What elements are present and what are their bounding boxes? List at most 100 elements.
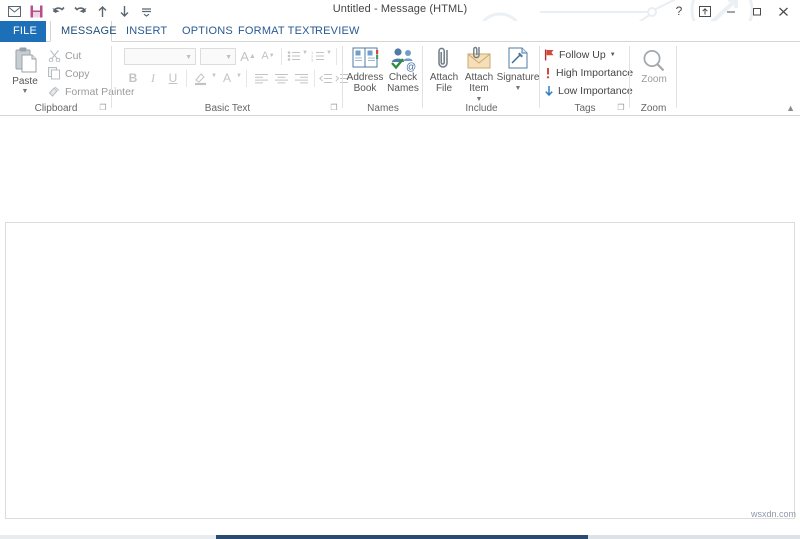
copy-button[interactable]: Copy [48, 67, 90, 80]
high-importance-label: High Importance [556, 67, 634, 79]
divider [246, 70, 247, 87]
attach-file-label: Attach File [429, 72, 459, 94]
follow-up-button[interactable]: Follow Up ▼ [544, 49, 616, 61]
maximize-button[interactable] [744, 2, 770, 20]
underline-button[interactable]: U [166, 70, 180, 86]
divider [186, 70, 187, 87]
cut-button[interactable]: Cut [48, 49, 81, 62]
follow-up-dropdown-arrow[interactable]: ▼ [610, 52, 616, 58]
collapse-ribbon-button[interactable]: ▲ [786, 103, 795, 113]
text-highlight-color-button[interactable] [192, 70, 210, 86]
flag-icon [544, 49, 555, 61]
compose-header: Send From▼ 039525@gmail.com To... Cc... … [0, 116, 800, 335]
paintbrush-icon [48, 85, 61, 98]
paste-dropdown-arrow[interactable]: ▼ [22, 86, 29, 97]
low-importance-label: Low Importance [558, 85, 633, 97]
divider [314, 70, 315, 87]
ribbon-group-clipboard: Paste ▼ Cut Copy Format Painter Clipboar… [0, 42, 134, 115]
down-icon[interactable] [114, 2, 135, 20]
basic-text-group-label: Basic Text [204, 103, 251, 114]
low-importance-button[interactable]: Low Importance [544, 85, 633, 97]
taskbar-strip-right [588, 535, 800, 539]
check-names-button[interactable]: @ Check Names [384, 46, 422, 94]
basic-text-dialog-launcher[interactable]: ❐ [329, 103, 339, 113]
attach-item-label: Attach Item [464, 72, 494, 94]
svg-text:3: 3 [311, 58, 314, 62]
align-center-button[interactable] [272, 70, 290, 86]
italic-button[interactable]: I [146, 70, 160, 86]
address-book-label: Address Book [346, 72, 384, 94]
font-size-input[interactable]: ▼ [200, 48, 236, 65]
divider [336, 48, 337, 65]
save-icon[interactable] [26, 2, 47, 20]
ribbon-group-names: Address Book @ Check Names Names [343, 42, 423, 115]
font-name-input[interactable]: ▼ [124, 48, 196, 65]
taskbar-strip-left [0, 535, 216, 539]
tab-review[interactable]: REVIEW [305, 21, 370, 42]
highlight-dropdown-arrow[interactable]: ▼ [211, 73, 217, 79]
attach-item-button[interactable]: Attach Item ▼ [461, 46, 497, 105]
numbering-button[interactable]: 123 [310, 48, 326, 64]
address-book-button[interactable]: Address Book [345, 46, 385, 94]
signature-button[interactable]: Signature ▼ [496, 46, 540, 94]
bullets-button[interactable] [286, 48, 302, 64]
cut-label: Cut [65, 49, 82, 62]
minimize-button[interactable] [718, 2, 744, 20]
ribbon-group-zoom: Zoom Zoom [630, 42, 677, 115]
help-button[interactable]: ? [666, 2, 692, 20]
decrease-indent-button[interactable] [318, 70, 334, 86]
customize-icon[interactable] [136, 2, 157, 20]
attach-file-button[interactable]: Attach File [427, 46, 461, 94]
signature-label: Signature [496, 72, 540, 83]
divider [281, 48, 282, 65]
bullets-dropdown-arrow[interactable]: ▼ [302, 50, 308, 56]
tab-insert[interactable]: INSERT [116, 21, 177, 42]
bold-button[interactable]: B [126, 70, 140, 86]
signature-dropdown-arrow[interactable]: ▼ [515, 83, 522, 94]
include-group-label: Include [465, 103, 498, 114]
undo-icon[interactable] [48, 2, 69, 20]
address-book-icon [351, 46, 379, 72]
ribbon-display-options-button[interactable] [692, 2, 718, 20]
grow-font-button[interactable]: A ▲ [240, 47, 256, 65]
clipboard-group-label: Clipboard [34, 103, 78, 114]
shrink-font-button[interactable]: A ▼ [260, 47, 276, 65]
paste-button[interactable]: Paste ▼ [6, 46, 44, 97]
down-arrow-icon [544, 85, 554, 97]
scissors-icon [48, 49, 61, 62]
tab-message[interactable]: MESSAGE [50, 21, 117, 42]
clipboard-dialog-launcher[interactable]: ❐ [98, 103, 108, 113]
check-names-label: Check Names [387, 72, 419, 94]
message-icon[interactable] [4, 2, 25, 20]
tags-dialog-launcher[interactable]: ❐ [616, 103, 626, 113]
ribbon-group-basic-text: ▼ ▼ A ▲ A ▼ ▼ 123 ▼ B I U ▼ A ▼ Basic Te… [112, 42, 348, 115]
font-color-button[interactable]: A [220, 70, 234, 86]
attach-item-icon [465, 46, 493, 72]
magnifier-icon [641, 48, 667, 74]
up-icon[interactable] [92, 2, 113, 20]
message-body-input[interactable] [5, 222, 795, 519]
chevron-down-icon: ▼ [225, 54, 232, 61]
check-names-icon: @ [389, 46, 417, 72]
signature-icon [505, 46, 531, 72]
ribbon: Paste ▼ Cut Copy Format Painter Clipboar… [0, 42, 800, 116]
paperclip-icon [431, 46, 457, 72]
taskbar-strip [0, 535, 800, 539]
high-importance-button[interactable]: High Importance [544, 67, 633, 79]
zoom-button[interactable]: Zoom [634, 48, 674, 85]
outlook-message-window: Untitled - Message (HTML) ? FILE MESSAGE… [0, 0, 800, 539]
ribbon-tabs: FILE MESSAGE INSERT OPTIONS FORMAT TEXT … [0, 21, 800, 42]
quick-access-toolbar [4, 2, 157, 20]
zoom-group-label: Zoom [640, 103, 667, 114]
names-group-label: Names [367, 103, 399, 114]
close-button[interactable] [770, 2, 796, 20]
align-right-button[interactable] [292, 70, 310, 86]
font-color-dropdown-arrow[interactable]: ▼ [236, 73, 242, 79]
align-left-button[interactable] [252, 70, 270, 86]
redo-icon[interactable] [70, 2, 91, 20]
svg-text:@: @ [406, 62, 416, 72]
numbering-dropdown-arrow[interactable]: ▼ [326, 50, 332, 56]
chevron-down-icon: ▼ [185, 54, 192, 61]
window-controls: ? [666, 2, 796, 20]
tab-file[interactable]: FILE [0, 21, 46, 42]
